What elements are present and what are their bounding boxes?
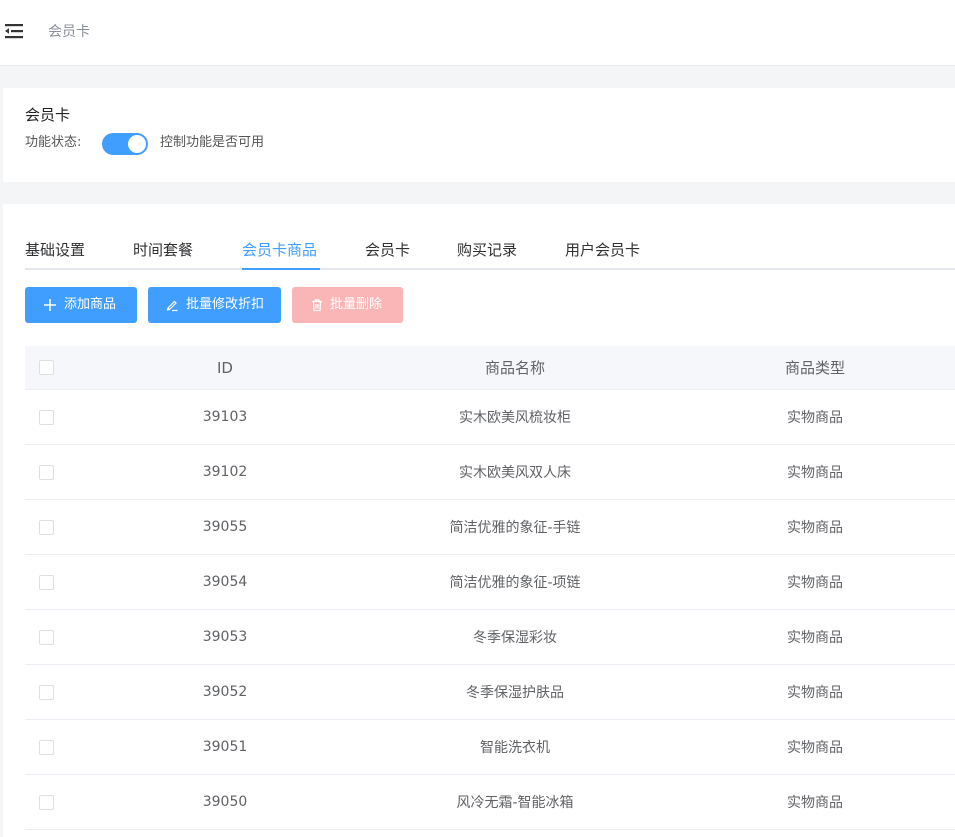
row-checkbox[interactable]: [38, 519, 54, 535]
row-id: 39050: [202, 794, 248, 810]
menu-fold-icon[interactable]: [5, 22, 25, 40]
row-checkbox[interactable]: [38, 629, 54, 645]
row-type: 实物商品: [787, 740, 843, 756]
table-row: 39052 冬季保湿护肤品 实物商品: [25, 665, 955, 720]
row-type: 实物商品: [787, 410, 843, 426]
row-checkbox-cell: [35, 610, 57, 664]
row-checkbox-cell: [35, 500, 57, 554]
row-name: 简洁优雅的象征-项链: [449, 575, 581, 591]
row-id: 39051: [202, 739, 248, 755]
tab-user-cards[interactable]: 用户会员卡: [565, 239, 640, 261]
table-row: 39051 智能洗衣机 实物商品: [25, 720, 955, 775]
add-product-button[interactable]: 添加商品: [25, 287, 137, 323]
batch-edit-discount-button[interactable]: 批量修改折扣: [148, 287, 281, 323]
row-checkbox[interactable]: [38, 464, 54, 480]
tab-basic-settings[interactable]: 基础设置: [25, 239, 85, 261]
row-checkbox[interactable]: [38, 794, 54, 810]
row-type: 实物商品: [787, 630, 843, 646]
tab-purchase-records[interactable]: 购买记录: [457, 239, 517, 261]
table-row: 39054 简洁优雅的象征-项链 实物商品: [25, 555, 955, 610]
active-tab-indicator: [242, 268, 320, 270]
row-checkbox[interactable]: [38, 684, 54, 700]
row-type: 实物商品: [787, 520, 843, 536]
tab-membership-card[interactable]: 会员卡: [365, 239, 410, 261]
status-hint: 控制功能是否可用: [160, 135, 265, 150]
row-checkbox[interactable]: [38, 574, 54, 590]
trash-icon: [312, 299, 322, 312]
batch-edit-discount-label: 批量修改折扣: [186, 297, 265, 312]
product-table: ID 商品名称 商品类型 39103 实木欧美风梳妆柜 实物商品 39102 实…: [25, 346, 955, 830]
row-checkbox-cell: [35, 720, 57, 774]
select-all-cell: [35, 346, 57, 389]
batch-delete-label: 批量删除: [330, 297, 383, 312]
row-id: 39052: [202, 684, 248, 700]
table-row: 39053 冬季保湿彩妆 实物商品: [25, 610, 955, 665]
table-row: 39102 实木欧美风双人床 实物商品: [25, 445, 955, 500]
tab-card-products[interactable]: 会员卡商品: [242, 239, 317, 261]
row-checkbox[interactable]: [38, 409, 54, 425]
status-label: 功能状态:: [25, 135, 82, 150]
switch-knob: [128, 135, 146, 153]
row-name: 冬季保湿护肤品: [466, 685, 564, 701]
column-header-id: ID: [217, 358, 233, 377]
row-id: 39103: [202, 409, 248, 425]
row-type: 实物商品: [787, 795, 843, 811]
row-type: 实物商品: [787, 685, 843, 701]
row-checkbox-cell: [35, 390, 57, 444]
table-row: 39050 风冷无霜-智能冰箱 实物商品: [25, 775, 955, 830]
row-checkbox[interactable]: [38, 739, 54, 755]
batch-delete-button[interactable]: 批量删除: [292, 287, 403, 323]
row-checkbox-cell: [35, 445, 57, 499]
edit-icon: [166, 300, 178, 312]
row-name: 智能洗衣机: [480, 740, 550, 756]
table-row: 39055 简洁优雅的象征-手链 实物商品: [25, 500, 955, 555]
breadcrumb: 会员卡: [48, 24, 90, 40]
row-name: 简洁优雅的象征-手链: [449, 520, 581, 536]
row-name: 冬季保湿彩妆: [473, 630, 557, 646]
feature-panel: 会员卡 功能状态: 控制功能是否可用: [3, 88, 955, 182]
row-id: 39102: [202, 464, 248, 480]
top-bar: 会员卡: [0, 0, 955, 66]
feature-status-switch[interactable]: [102, 133, 148, 155]
row-id: 39053: [202, 629, 248, 645]
row-id: 39054: [202, 574, 248, 590]
add-product-label: 添加商品: [64, 297, 117, 312]
row-checkbox-cell: [35, 775, 57, 829]
row-type: 实物商品: [787, 575, 843, 591]
content-panel: 基础设置 时间套餐 会员卡商品 会员卡 购买记录 用户会员卡 添加商品 批量修改…: [3, 204, 955, 837]
row-checkbox-cell: [35, 555, 57, 609]
column-header-type: 商品类型: [784, 359, 845, 377]
row-name: 风冷无霜-智能冰箱: [456, 795, 574, 811]
table-header: ID 商品名称 商品类型: [25, 346, 955, 390]
tab-time-package[interactable]: 时间套餐: [133, 239, 193, 261]
row-type: 实物商品: [787, 465, 843, 481]
row-checkbox-cell: [35, 665, 57, 719]
column-header-name: 商品名称: [484, 359, 545, 377]
row-name: 实木欧美风双人床: [459, 465, 571, 481]
table-row: 39103 实木欧美风梳妆柜 实物商品: [25, 390, 955, 445]
select-all-checkbox[interactable]: [38, 360, 54, 375]
row-id: 39055: [202, 519, 248, 535]
tab-bar: 基础设置 时间套餐 会员卡商品 会员卡 购买记录 用户会员卡: [25, 237, 955, 270]
feature-title: 会员卡: [25, 106, 71, 124]
plus-icon: [44, 299, 56, 311]
row-name: 实木欧美风梳妆柜: [459, 410, 571, 426]
